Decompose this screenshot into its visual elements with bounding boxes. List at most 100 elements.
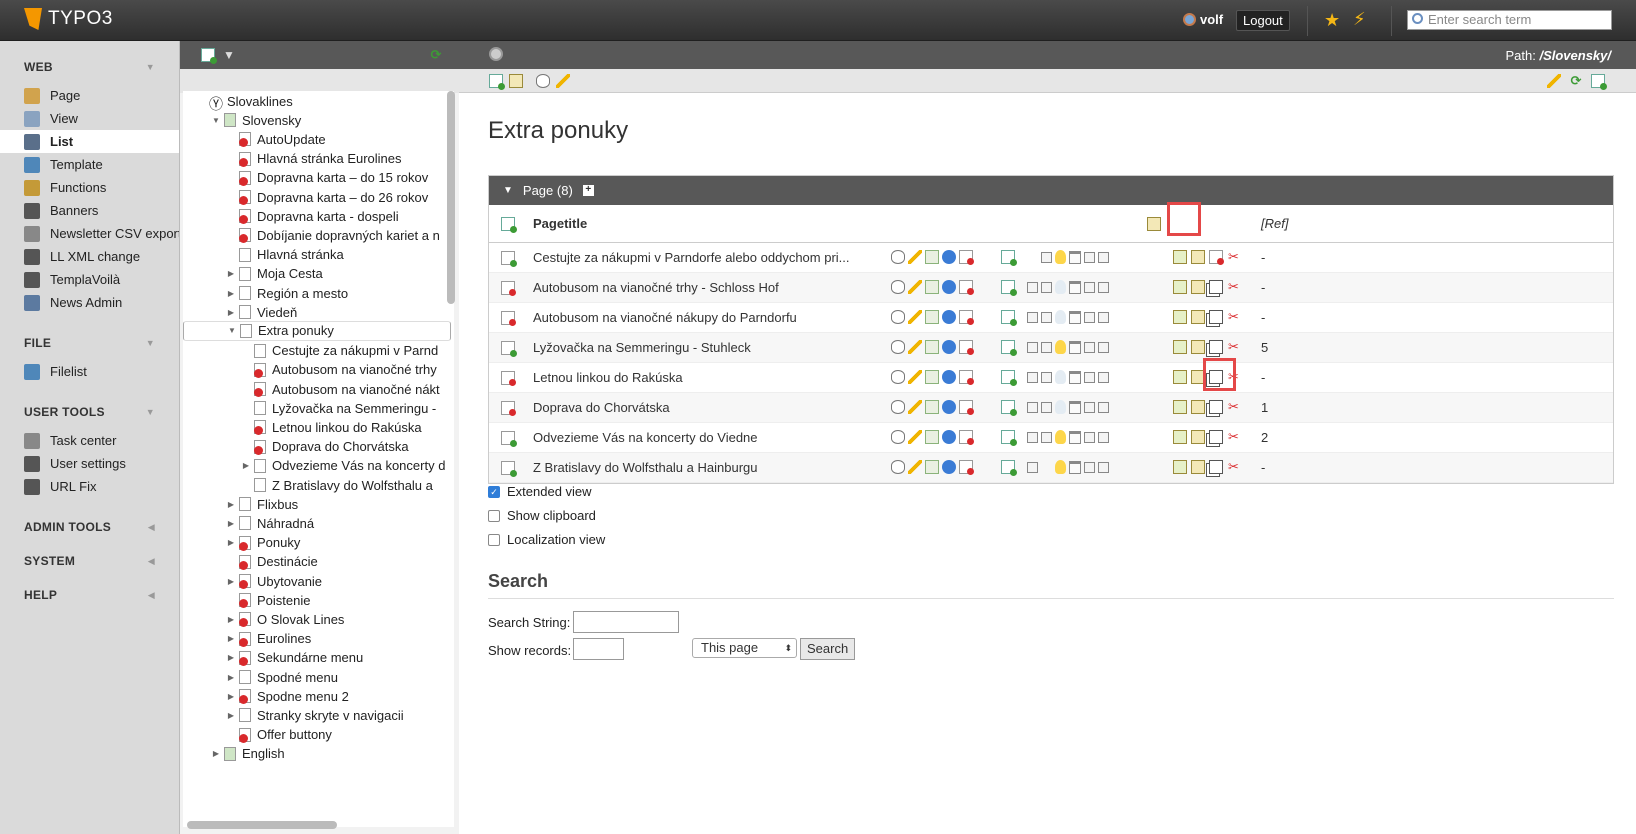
outdent-icon[interactable] (1084, 251, 1095, 263)
info-icon[interactable] (942, 340, 956, 354)
tree-node[interactable]: Autobusom na vianočné nákt (240, 379, 440, 399)
move-down-icon[interactable] (1041, 401, 1052, 413)
cut-icon[interactable]: ✂ (1227, 310, 1240, 324)
cut-icon[interactable]: ✂ (1227, 370, 1240, 384)
tree-node-label[interactable]: Viedeň (257, 305, 297, 320)
cut-icon[interactable]: ✂ (1227, 280, 1240, 294)
tree-node-label[interactable]: Sekundárne menu (257, 650, 363, 665)
edit-icon[interactable] (908, 430, 922, 444)
info-icon[interactable] (942, 430, 956, 444)
expand-toggle-icon[interactable]: ▶ (225, 711, 237, 720)
expand-toggle-icon[interactable]: ▶ (225, 577, 237, 586)
tree-node[interactable]: Letnou linkou do Rakúska (240, 417, 422, 437)
checkbox-icon[interactable] (488, 533, 500, 546)
new-after-icon[interactable] (1001, 460, 1017, 476)
module-item[interactable]: Task center (0, 429, 179, 452)
page-icon[interactable] (239, 209, 251, 225)
expand-toggle-icon[interactable]: ▶ (225, 269, 237, 278)
view-option[interactable]: ✓ Extended view (488, 484, 592, 499)
module-item[interactable]: View (0, 107, 179, 130)
delete-icon[interactable] (1069, 460, 1081, 474)
move-icon[interactable] (925, 400, 939, 414)
tree-node[interactable]: ▶ Spodne menu 2 (225, 686, 349, 706)
tree-node-label[interactable]: Lyžovačka na Semmeringu - (272, 401, 436, 416)
module-section-3[interactable]: ADMIN TOOLS ◀ (0, 510, 179, 544)
search-button[interactable]: Search (800, 638, 856, 660)
move-up-icon[interactable] (1027, 311, 1038, 323)
tree-node-label[interactable]: Ponuky (257, 535, 300, 550)
indent-icon[interactable] (1098, 371, 1109, 383)
expand-toggle-icon[interactable]: ▶ (225, 308, 237, 317)
toggle-visibility-icon[interactable] (1055, 310, 1066, 324)
tree-node[interactable]: Dobíjanie dopravných kariet a n (225, 225, 440, 245)
edit-icon[interactable] (908, 400, 922, 414)
tree-node-label[interactable]: Odvezieme Vás na koncerty d (272, 458, 445, 473)
tree-node[interactable]: Lyžovačka na Semmeringu - (240, 398, 436, 418)
paste-after-icon[interactable] (1191, 340, 1205, 354)
tree-node-label[interactable]: Dopravna karta - dospeli (257, 209, 399, 224)
paste-into-icon[interactable] (1173, 370, 1187, 384)
tree-node[interactable]: Cestujte za nákupmi v Parnd (240, 341, 438, 361)
page-icon[interactable] (254, 401, 266, 416)
edit-icon[interactable] (908, 310, 922, 324)
view-icon[interactable] (891, 310, 905, 324)
view-option[interactable]: Localization view (488, 532, 605, 547)
table-name[interactable]: Page (8) (523, 183, 573, 198)
option-label[interactable]: Localization view (507, 532, 605, 547)
tree-node[interactable]: ▶ Stranky skryte v navigacii (225, 705, 404, 725)
tree-node-label[interactable]: Slovensky (242, 113, 301, 128)
row-title[interactable]: Odvezieme Vás na koncerty do Viedne (533, 430, 873, 445)
paste-into-icon[interactable] (1173, 250, 1187, 264)
info-icon[interactable] (942, 250, 956, 264)
expand-toggle-icon[interactable]: ▶ (225, 673, 237, 682)
copy-icon[interactable] (1209, 340, 1223, 354)
toggle-visibility-icon[interactable] (1055, 370, 1066, 384)
tree-node-label[interactable]: Slovaklines (227, 94, 293, 109)
tree-node-label[interactable]: Letnou linkou do Rakúska (272, 420, 422, 435)
collapse-chevron-icon[interactable]: ▼ (503, 185, 513, 196)
page-icon[interactable] (239, 727, 251, 743)
tree-node-label[interactable]: Cestujte za nákupmi v Parnd (272, 343, 438, 358)
tree-node[interactable]: ▶ Náhradná (225, 513, 314, 533)
outdent-icon[interactable] (1084, 431, 1095, 443)
tree-node[interactable]: Offer buttony (225, 725, 332, 745)
expand-toggle-icon[interactable]: ▶ (225, 692, 237, 701)
tree-node[interactable]: ▶ Moja Cesta (225, 264, 323, 284)
tree-node[interactable]: ▼ Extra ponuky (183, 321, 451, 342)
module-section-4[interactable]: SYSTEM ◀ (0, 544, 179, 578)
page-icon[interactable] (501, 251, 517, 267)
delete-icon[interactable] (1069, 400, 1081, 414)
info-icon[interactable] (942, 370, 956, 384)
paste-after-icon[interactable] (1191, 280, 1205, 294)
edit-icon[interactable] (908, 460, 922, 474)
module-item[interactable]: Newsletter CSV export (0, 222, 179, 245)
expand-toggle-icon[interactable]: ▶ (210, 749, 222, 758)
tree-node[interactable]: Poistenie (225, 590, 310, 610)
tree-node-label[interactable]: Ubytovanie (257, 574, 322, 589)
page-icon[interactable] (239, 170, 251, 186)
page-icon[interactable] (239, 151, 251, 167)
paste-into-icon[interactable] (509, 74, 523, 88)
new-after-icon[interactable] (1001, 310, 1017, 326)
new-record-icon[interactable] (489, 74, 505, 90)
module-section-0[interactable]: WEB ▼ (0, 50, 179, 84)
delete-icon[interactable] (1069, 310, 1081, 324)
new-after-icon[interactable] (1001, 370, 1017, 386)
page-icon[interactable] (239, 689, 251, 705)
move-down-icon[interactable] (1041, 251, 1052, 263)
copy-icon[interactable] (1209, 460, 1223, 474)
copy-icon[interactable] (1209, 370, 1223, 384)
page-icon[interactable] (239, 247, 251, 262)
toggle-visibility-icon[interactable] (1055, 430, 1066, 444)
move-icon[interactable] (925, 430, 939, 444)
tree-node[interactable]: Dopravna karta - dospeli (225, 206, 399, 226)
refresh-icon[interactable]: ⟳ (429, 48, 443, 62)
history-icon[interactable] (959, 340, 974, 355)
delete-icon[interactable] (1069, 250, 1081, 264)
tree-node-label[interactable]: Flixbus (257, 497, 298, 512)
new-after-icon[interactable] (1001, 400, 1017, 416)
tree-node-label[interactable]: Hlavná stránka (257, 247, 344, 262)
page-icon[interactable] (254, 439, 266, 455)
paste-after-icon[interactable] (1191, 430, 1205, 444)
tree-vertical-scrollbar[interactable] (447, 91, 455, 304)
